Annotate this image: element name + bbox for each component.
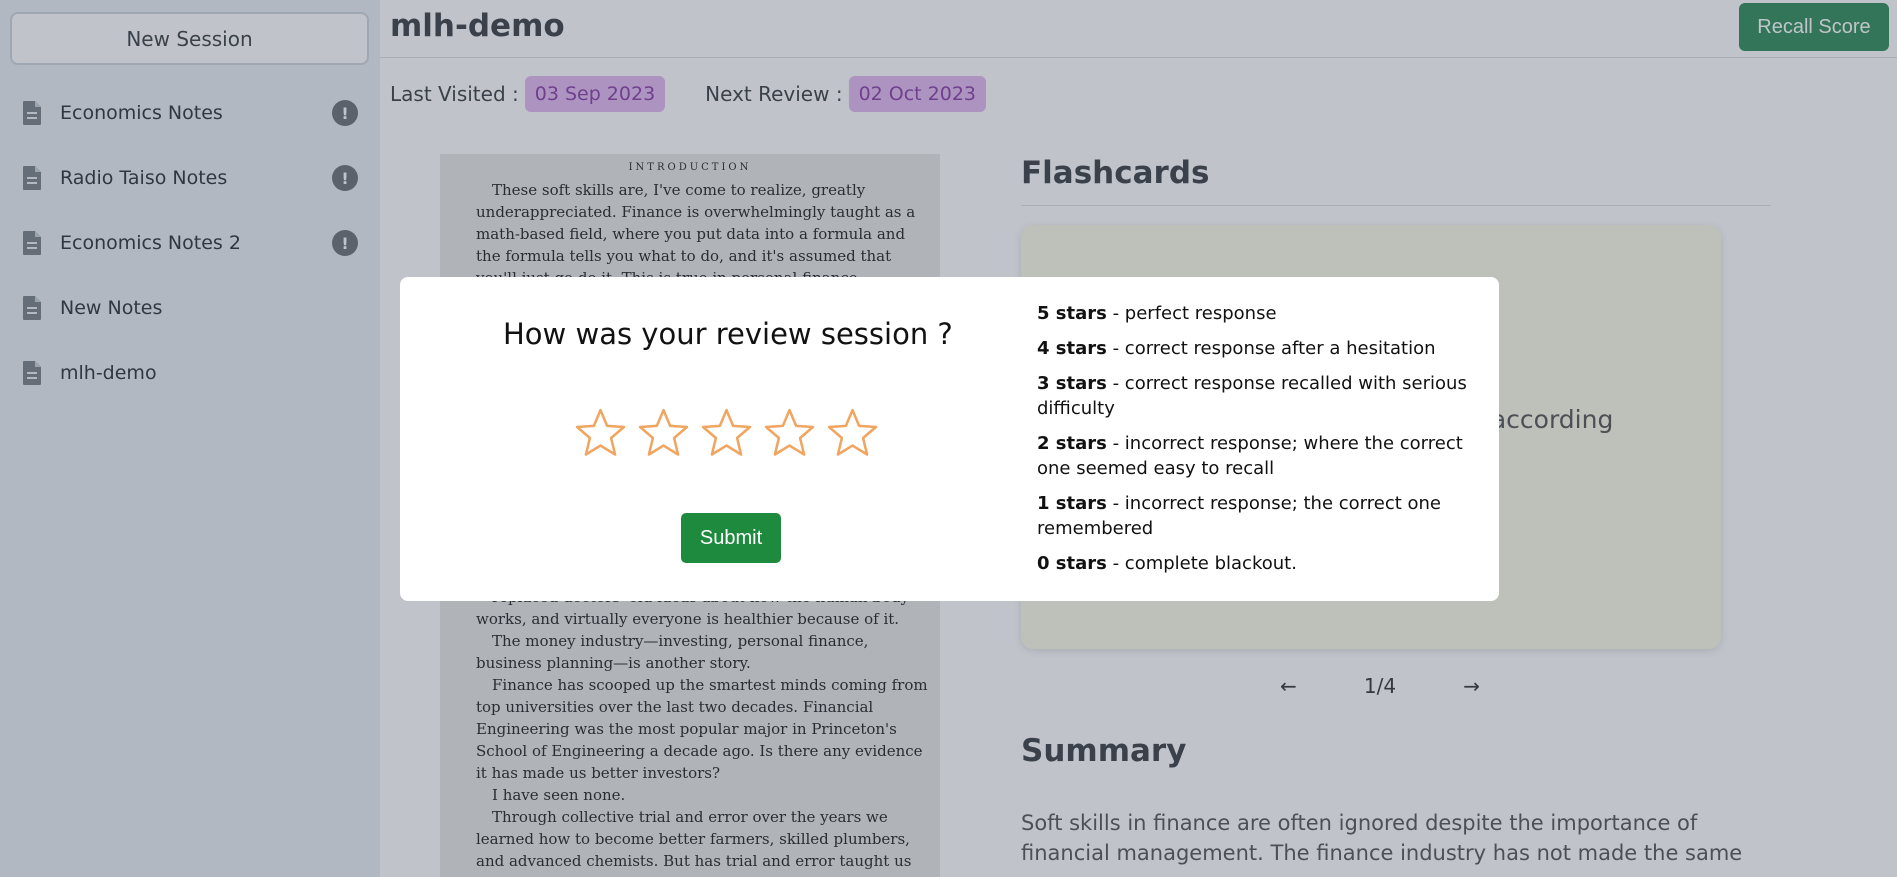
legend-desc: - complete blackout. <box>1106 553 1297 574</box>
legend-row: 0 stars - complete blackout. <box>1037 551 1477 576</box>
legend-row: 2 stars - incorrect response; where the … <box>1037 431 1477 481</box>
star-icon-1[interactable] <box>574 407 627 460</box>
legend-row: 5 stars - perfect response <box>1037 301 1477 326</box>
legend-row: 4 stars - correct response after a hesit… <box>1037 336 1477 361</box>
legend-desc: - correct response after a hesitation <box>1106 338 1436 359</box>
legend-row: 1 stars - incorrect response; the correc… <box>1037 491 1477 541</box>
star-icon-3[interactable] <box>700 407 753 460</box>
rating-legend: 5 stars - perfect response 4 stars - cor… <box>1037 301 1477 586</box>
star-rating <box>574 407 879 460</box>
modal-question: How was your review session ? <box>503 317 953 351</box>
legend-stars: 0 stars <box>1037 553 1107 574</box>
submit-button[interactable]: Submit <box>681 513 781 563</box>
legend-desc: - perfect response <box>1106 303 1277 324</box>
legend-stars: 2 stars <box>1037 433 1107 454</box>
legend-row: 3 stars - correct response recalled with… <box>1037 371 1477 421</box>
star-icon-4[interactable] <box>763 407 816 460</box>
legend-stars: 4 stars <box>1037 338 1107 359</box>
legend-stars: 3 stars <box>1037 373 1107 394</box>
legend-stars: 1 stars <box>1037 493 1107 514</box>
legend-stars: 5 stars <box>1037 303 1107 324</box>
star-icon-2[interactable] <box>637 407 690 460</box>
review-rating-modal: How was your review session ? Submit 5 s… <box>400 277 1499 601</box>
star-icon-5[interactable] <box>826 407 879 460</box>
